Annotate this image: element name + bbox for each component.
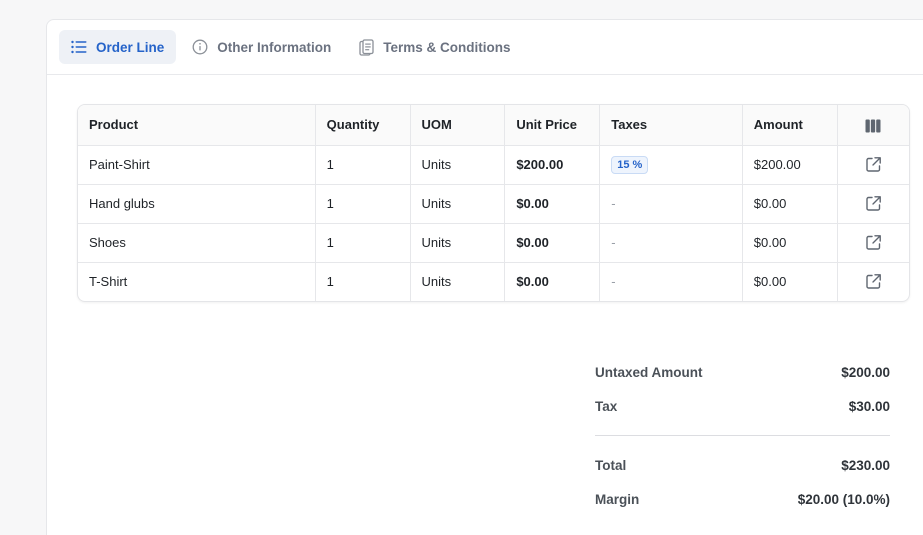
tab-label: Terms & Conditions [383,39,511,55]
total-label: Total [595,457,627,473]
header-taxes[interactable]: Taxes [599,105,743,146]
table-row[interactable]: Hand glubs 1 Units $0.00 - $0.00 [78,184,909,224]
cell-amount: $0.00 [742,184,838,224]
tax-value: $30.00 [848,398,890,414]
cell-unit-price[interactable]: $200.00 [504,145,601,185]
totals-divider [595,435,890,436]
cell-uom[interactable]: Units [410,223,506,263]
cell-quantity[interactable]: 1 [315,145,411,185]
cell-unit-price[interactable]: $0.00 [504,223,601,263]
untaxed-amount-row: Untaxed Amount $200.00 [595,355,890,389]
tax-row: Tax $30.00 [595,389,890,423]
cell-taxes[interactable]: - [599,223,743,263]
header-uom[interactable]: UOM [410,105,506,146]
table-row[interactable]: Shoes 1 Units $0.00 - $0.00 [78,223,909,263]
cell-amount: $0.00 [742,262,838,301]
columns-icon [865,119,881,133]
margin-row: Margin $20.00 (10.0%) [595,482,890,516]
info-circle-icon [192,39,208,55]
header-unit-price[interactable]: Unit Price [504,105,601,146]
margin-label: Margin [595,491,640,507]
columns-toggle-button[interactable] [837,105,909,146]
tab-bar: Order Line Other Information Terms & Con… [47,20,923,75]
tab-label: Other Information [217,39,332,55]
cell-product[interactable]: Paint-Shirt [78,145,316,185]
tab-order-line[interactable]: Order Line [59,30,177,64]
external-link-icon [866,157,881,172]
external-link-icon [866,235,881,250]
untaxed-amount-value: $200.00 [841,364,890,380]
cell-quantity[interactable]: 1 [315,262,411,301]
open-line-button[interactable] [837,223,909,263]
tab-other-information[interactable]: Other Information [180,30,343,64]
cell-quantity[interactable]: 1 [315,184,411,224]
cell-unit-price[interactable]: $0.00 [504,184,601,224]
external-link-icon [866,274,881,289]
header-quantity[interactable]: Quantity [315,105,411,146]
cell-uom[interactable]: Units [410,184,506,224]
total-row: Total $230.00 [595,448,890,482]
clipboard-icon [359,38,374,56]
tax-badge: 15 % [611,155,649,174]
cell-product[interactable]: Shoes [78,223,316,263]
order-card: Order Line Other Information Terms & Con… [46,19,923,535]
cell-product[interactable]: Hand glubs [78,184,316,224]
cell-amount: $0.00 [742,223,838,263]
cell-taxes[interactable]: - [599,184,743,224]
table-row[interactable]: T-Shirt 1 Units $0.00 - $0.00 [78,262,909,301]
cell-taxes[interactable]: 15 % [599,145,743,185]
cell-product[interactable]: T-Shirt [78,262,316,301]
cell-amount: $200.00 [742,145,838,185]
tab-terms-conditions[interactable]: Terms & Conditions [347,30,522,64]
untaxed-amount-label: Untaxed Amount [595,364,703,380]
open-line-button[interactable] [837,145,909,185]
margin-value: $20.00 (10.0%) [797,491,890,507]
open-line-button[interactable] [837,262,909,301]
tax-label: Tax [595,398,618,414]
order-lines-table: Product Quantity UOM Unit Price Taxes Am… [77,104,910,302]
cell-uom[interactable]: Units [410,145,506,185]
cell-taxes[interactable]: - [599,262,743,301]
order-totals: Untaxed Amount $200.00 Tax $30.00 Total … [595,355,890,516]
total-value: $230.00 [841,457,890,473]
header-amount[interactable]: Amount [742,105,838,146]
open-line-button[interactable] [837,184,909,224]
cell-unit-price[interactable]: $0.00 [504,262,601,301]
header-product[interactable]: Product [78,105,316,146]
external-link-icon [866,196,881,211]
tab-label: Order Line [96,39,165,55]
table-row[interactable]: Paint-Shirt 1 Units $200.00 15 % $200.00 [78,145,909,185]
table-header-row: Product Quantity UOM Unit Price Taxes Am… [78,105,909,146]
cell-uom[interactable]: Units [410,262,506,301]
list-icon [71,40,87,54]
cell-quantity[interactable]: 1 [315,223,411,263]
